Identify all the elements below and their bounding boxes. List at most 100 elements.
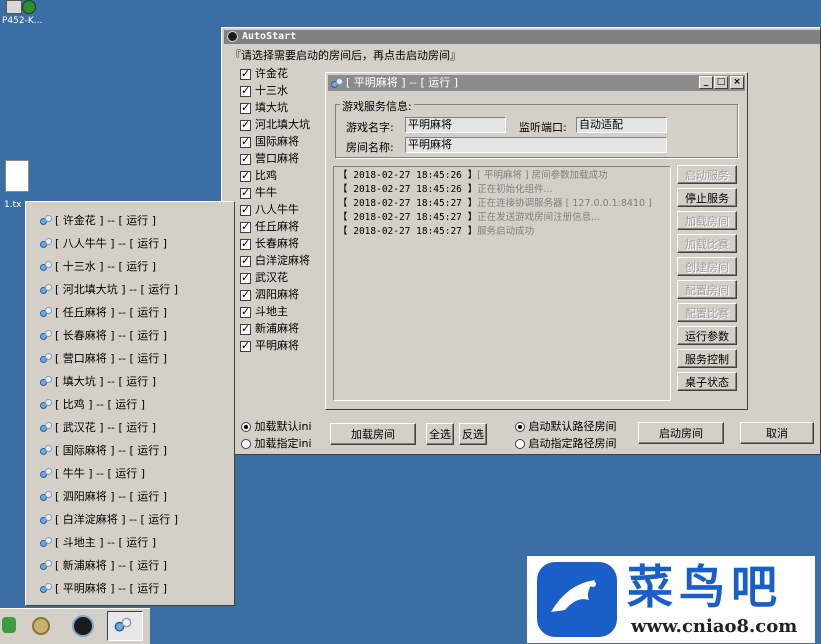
radio-button[interactable] <box>241 439 251 449</box>
radio-ini-custom[interactable]: 加载指定ini <box>241 435 312 451</box>
room-checkbox-row[interactable]: 泗阳麻将 <box>240 287 299 303</box>
radio-ini-default[interactable]: 加载默认ini <box>241 418 312 434</box>
checkbox[interactable] <box>240 118 251 132</box>
checkbox[interactable] <box>240 237 251 251</box>
running-room-item[interactable]: [ 十三水 ] -- [ 运行 ] <box>40 260 156 274</box>
room-checkbox-row[interactable]: 武汉花 <box>240 270 288 286</box>
port-field[interactable]: 自动适配 <box>576 117 667 133</box>
running-room-item[interactable]: [ 牛牛 ] -- [ 运行 ] <box>40 467 145 481</box>
service-button[interactable]: 停止服务 <box>677 188 737 207</box>
radio-button[interactable] <box>515 439 525 449</box>
service-button[interactable]: 配置房间 <box>677 280 737 299</box>
room-checkbox-row[interactable]: 斗地主 <box>240 304 288 320</box>
checkbox[interactable] <box>240 186 251 200</box>
service-button[interactable]: 运行参数 <box>677 326 737 345</box>
minimize-button[interactable]: _ <box>699 76 713 89</box>
inner-titlebar[interactable]: [ 平明麻将 ] -- [ 运行 ] _ □ × <box>328 75 745 91</box>
log-time: 【 2018-02-27 18:45:27 】 <box>338 212 478 223</box>
close-button[interactable]: × <box>730 76 744 89</box>
checkbox[interactable] <box>240 169 251 183</box>
room-checkbox-row[interactable]: 平明麻将 <box>240 338 299 354</box>
room-label: 牛牛 <box>255 186 277 199</box>
service-button[interactable]: 加载比赛 <box>677 234 737 253</box>
recycle-icon <box>2 617 16 633</box>
running-room-item[interactable]: [ 营口麻将 ] -- [ 运行 ] <box>40 352 167 366</box>
checkbox[interactable] <box>240 84 251 98</box>
running-room-label: [ 任丘麻将 ] -- [ 运行 ] <box>55 306 168 319</box>
checkbox[interactable] <box>240 220 251 234</box>
service-button[interactable]: 加载房间 <box>677 211 737 230</box>
radio-path-custom[interactable]: 启动指定路径房间 <box>515 435 617 451</box>
taskbar-app-autostart[interactable] <box>64 611 100 641</box>
checkbox[interactable] <box>240 271 251 285</box>
running-room-item[interactable]: [ 长春麻将 ] -- [ 运行 ] <box>40 329 167 343</box>
running-room-label: [ 武汉花 ] -- [ 运行 ] <box>55 421 157 434</box>
cancel-button[interactable]: 取消 <box>740 422 814 444</box>
running-room-item[interactable]: [ 任丘麻将 ] -- [ 运行 ] <box>40 306 167 320</box>
service-button[interactable]: 创建房间 <box>677 257 737 276</box>
checkbox[interactable] <box>240 339 251 353</box>
running-room-item[interactable]: [ 填大坑 ] -- [ 运行 ] <box>40 375 156 389</box>
room-checkbox-row[interactable]: 比鸡 <box>240 168 277 184</box>
room-checkbox-row[interactable]: 白洋淀麻将 <box>240 253 310 269</box>
checkbox[interactable] <box>240 101 251 115</box>
running-room-item[interactable]: [ 泗阳麻将 ] -- [ 运行 ] <box>40 490 167 504</box>
desktop-icon-file[interactable]: P452-K... <box>2 0 44 30</box>
service-icon <box>40 399 52 411</box>
running-room-item[interactable]: [ 许金花 ] -- [ 运行 ] <box>40 214 156 228</box>
running-room-label: [ 河北填大坑 ] -- [ 运行 ] <box>55 283 179 296</box>
room-checkbox-row[interactable]: 十三水 <box>240 83 288 99</box>
radio-button[interactable] <box>515 422 525 432</box>
select-all-button[interactable]: 全选 <box>426 423 454 445</box>
service-icon <box>40 215 52 227</box>
window-titlebar[interactable]: AutoStart <box>224 30 820 44</box>
service-button[interactable]: 配置比赛 <box>677 303 737 322</box>
room-checkbox-row[interactable]: 任丘麻将 <box>240 219 299 235</box>
radio-button[interactable] <box>241 422 251 432</box>
taskbar-app-tools[interactable] <box>26 611 56 641</box>
taskbar-app-green[interactable] <box>0 611 22 641</box>
room-checkbox-row[interactable]: 河北填大坑 <box>240 117 310 133</box>
running-room-item[interactable]: [ 平明麻将 ] -- [ 运行 ] <box>40 582 167 596</box>
room-checkbox-row[interactable]: 许金花 <box>240 66 288 82</box>
checkbox[interactable] <box>240 254 251 268</box>
running-room-item[interactable]: [ 武汉花 ] -- [ 运行 ] <box>40 421 156 435</box>
maximize-button[interactable]: □ <box>714 76 728 89</box>
start-room-button[interactable]: 启动房间 <box>638 422 724 444</box>
service-button[interactable]: 启动服务 <box>677 165 737 184</box>
service-icon <box>40 583 52 595</box>
running-room-item[interactable]: [ 新浦麻将 ] -- [ 运行 ] <box>40 559 167 573</box>
radio-path-default[interactable]: 启动默认路径房间 <box>515 418 617 434</box>
room-checkbox-row[interactable]: 国际麻将 <box>240 134 299 150</box>
room-checkbox-row[interactable]: 新浦麻将 <box>240 321 299 337</box>
game-name-field[interactable]: 平明麻将 <box>405 117 506 133</box>
room-checkbox-row[interactable]: 营口麻将 <box>240 151 299 167</box>
service-icon <box>40 284 52 296</box>
room-checkbox-row[interactable]: 牛牛 <box>240 185 277 201</box>
taskbar-app-service[interactable] <box>107 611 143 641</box>
checkbox[interactable] <box>240 288 251 302</box>
service-button[interactable]: 服务控制 <box>677 349 737 368</box>
invert-selection-button[interactable]: 反选 <box>459 423 487 445</box>
running-room-item[interactable]: [ 国际麻将 ] -- [ 运行 ] <box>40 444 167 458</box>
service-button[interactable]: 桌子状态 <box>677 372 737 391</box>
room-name-field[interactable]: 平明麻将 <box>405 137 667 153</box>
checkbox[interactable] <box>240 322 251 336</box>
checkbox[interactable] <box>240 67 251 81</box>
checkbox[interactable] <box>240 305 251 319</box>
running-room-label: [ 营口麻将 ] -- [ 运行 ] <box>55 352 168 365</box>
room-checkbox-row[interactable]: 填大坑 <box>240 100 288 116</box>
room-checkbox-row[interactable]: 八人牛牛 <box>240 202 299 218</box>
running-room-item[interactable]: [ 河北填大坑 ] -- [ 运行 ] <box>40 283 178 297</box>
load-room-button[interactable]: 加载房间 <box>330 423 416 445</box>
checkbox[interactable] <box>240 203 251 217</box>
room-name-label: 房间名称: <box>346 141 394 154</box>
running-room-item[interactable]: [ 比鸡 ] -- [ 运行 ] <box>40 398 145 412</box>
running-room-item[interactable]: [ 白洋淀麻将 ] -- [ 运行 ] <box>40 513 178 527</box>
running-room-item[interactable]: [ 八人牛牛 ] -- [ 运行 ] <box>40 237 167 251</box>
checkbox[interactable] <box>240 135 251 149</box>
running-room-item[interactable]: [ 斗地主 ] -- [ 运行 ] <box>40 536 156 550</box>
room-checkbox-row[interactable]: 长春麻将 <box>240 236 299 252</box>
room-label: 新浦麻将 <box>255 322 299 335</box>
checkbox[interactable] <box>240 152 251 166</box>
